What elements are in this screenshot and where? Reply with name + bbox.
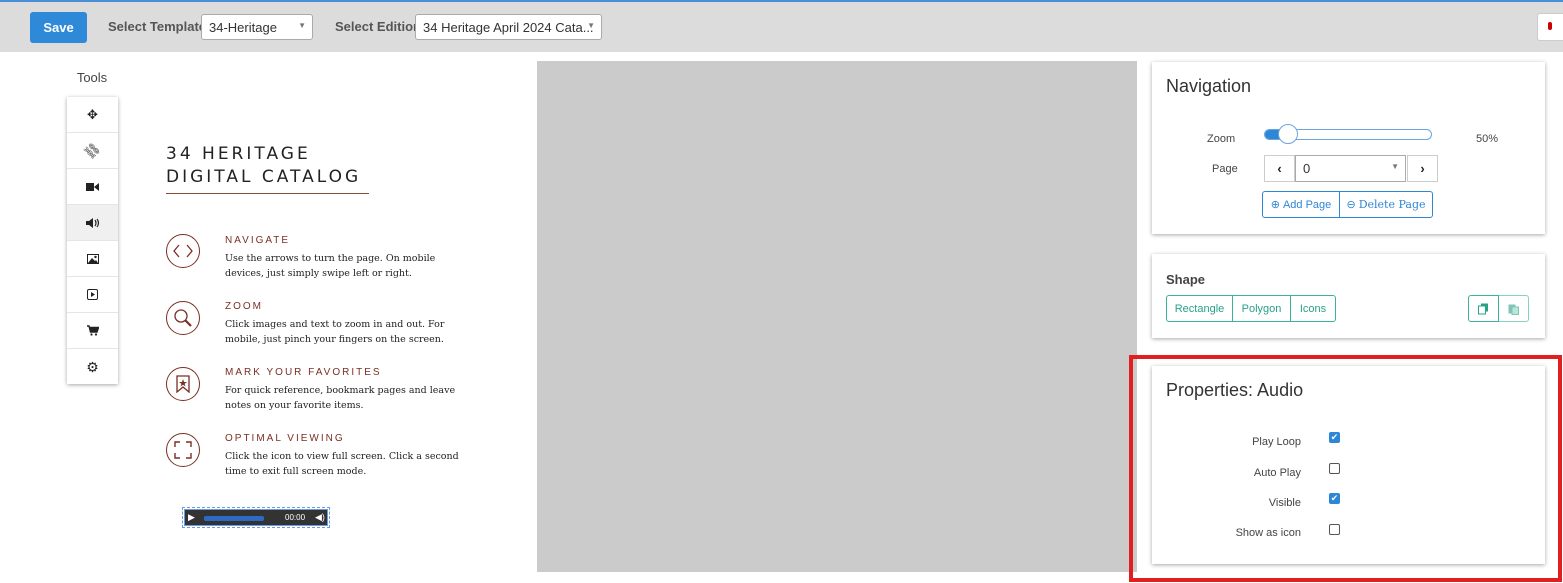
corner-button[interactable] (1537, 13, 1563, 41)
edition-select-value: 34 Heritage April 2024 Cata... (423, 20, 594, 35)
next-page-button[interactable]: › (1407, 155, 1438, 182)
polygon-button[interactable]: Polygon (1232, 295, 1291, 322)
image-icon (86, 253, 99, 264)
page-select[interactable]: 0 ▼ (1295, 155, 1406, 182)
chevron-right-icon: › (1420, 161, 1425, 176)
tool-image[interactable] (67, 241, 118, 277)
page-select-value: 0 (1303, 161, 1311, 176)
paste-icon (1508, 304, 1519, 315)
tool-cart[interactable] (67, 313, 118, 349)
rectangle-button[interactable]: Rectangle (1166, 295, 1233, 322)
tools-palette: ✥ ⛓ ⚙ (67, 97, 118, 384)
delete-page-button[interactable]: ⊖ Delete Page (1339, 191, 1433, 218)
title-divider (166, 193, 369, 194)
add-page-label: Add Page (1282, 198, 1332, 211)
tools-title: Tools (76, 70, 108, 85)
feature-text: For quick reference, bookmark pages and … (225, 385, 456, 411)
play-icon[interactable]: ▶ (188, 512, 195, 523)
feature-text: Use the arrows to turn the page. On mobi… (225, 253, 436, 279)
catalog-title-line2: DIGITAL CATALOG (166, 167, 362, 187)
template-label: Select Template (108, 19, 207, 34)
edition-select[interactable]: 34 Heritage April 2024 Cata... ▼ (415, 14, 602, 40)
cart-icon (86, 325, 99, 336)
catalog-page-right[interactable] (537, 61, 1137, 572)
icons-button[interactable]: Icons (1290, 295, 1336, 322)
chevron-left-icon: ‹ (1277, 161, 1282, 176)
alert-icon (1548, 22, 1552, 30)
feature-heading: ZOOM (225, 301, 263, 312)
zoom-magnifier-icon (166, 301, 200, 335)
bookmark-star-icon (166, 367, 200, 401)
template-select-value: 34-Heritage (209, 20, 277, 35)
audio-progress-track[interactable] (204, 516, 264, 521)
tool-video[interactable] (67, 169, 118, 205)
chevron-down-icon: ▼ (587, 21, 595, 30)
feature-heading: OPTIMAL VIEWING (225, 433, 345, 444)
catalog-title-line1: 34 HERITAGE (166, 144, 311, 164)
shape-title: Shape (1166, 272, 1206, 287)
edition-label: Select Edition (335, 19, 421, 34)
fullscreen-icon (166, 433, 200, 467)
audio-player-shape[interactable]: ▶ 00:00 ◀) (182, 507, 330, 528)
highlight-box (1129, 355, 1562, 582)
prev-page-button[interactable]: ‹ (1264, 155, 1295, 182)
volume-icon[interactable]: ◀) (315, 512, 325, 523)
chevron-down-icon: ▼ (1391, 162, 1399, 171)
tool-media[interactable] (67, 277, 118, 313)
tool-settings[interactable]: ⚙ (67, 349, 118, 385)
feature-text: Click the icon to view full screen. Clic… (225, 451, 459, 477)
tool-audio[interactable] (67, 205, 118, 241)
paste-button[interactable] (1498, 295, 1529, 322)
page-label: Page (1212, 163, 1238, 175)
save-button[interactable]: Save (30, 12, 87, 43)
tool-link[interactable]: ⛓ (67, 133, 118, 169)
audio-icon (85, 217, 99, 228)
top-toolbar: Save Select Template 34-Heritage ▼ Selec… (0, 0, 1563, 52)
delete-page-label: Delete Page (1358, 198, 1426, 211)
feature-heading: NAVIGATE (225, 235, 291, 246)
link-icon: ⛓ (80, 139, 104, 162)
zoom-slider-handle[interactable] (1277, 124, 1298, 144)
navigate-arrows-icon (166, 234, 200, 268)
copy-icon (1478, 303, 1488, 314)
audio-time: 00:00 (285, 513, 306, 522)
feature-heading: MARK YOUR FAVORITES (225, 367, 382, 378)
chevron-down-icon: ▼ (298, 21, 306, 30)
minus-circle-icon: ⊖ (1346, 199, 1356, 211)
tool-move[interactable]: ✥ (67, 97, 118, 133)
add-page-button[interactable]: ⊕ Add Page (1262, 191, 1340, 218)
gear-icon: ⚙ (86, 358, 99, 375)
move-icon: ✥ (87, 106, 98, 122)
zoom-label: Zoom (1207, 133, 1236, 145)
copy-button[interactable] (1468, 295, 1499, 322)
plus-circle-icon: ⊕ (1270, 199, 1280, 211)
template-select[interactable]: 34-Heritage ▼ (201, 14, 313, 40)
zoom-value: 50% (1476, 133, 1499, 145)
play-box-icon (87, 289, 98, 300)
navigation-title: Navigation (1166, 76, 1252, 96)
feature-text: Click images and text to zoom in and out… (225, 319, 445, 345)
video-icon (86, 182, 99, 191)
